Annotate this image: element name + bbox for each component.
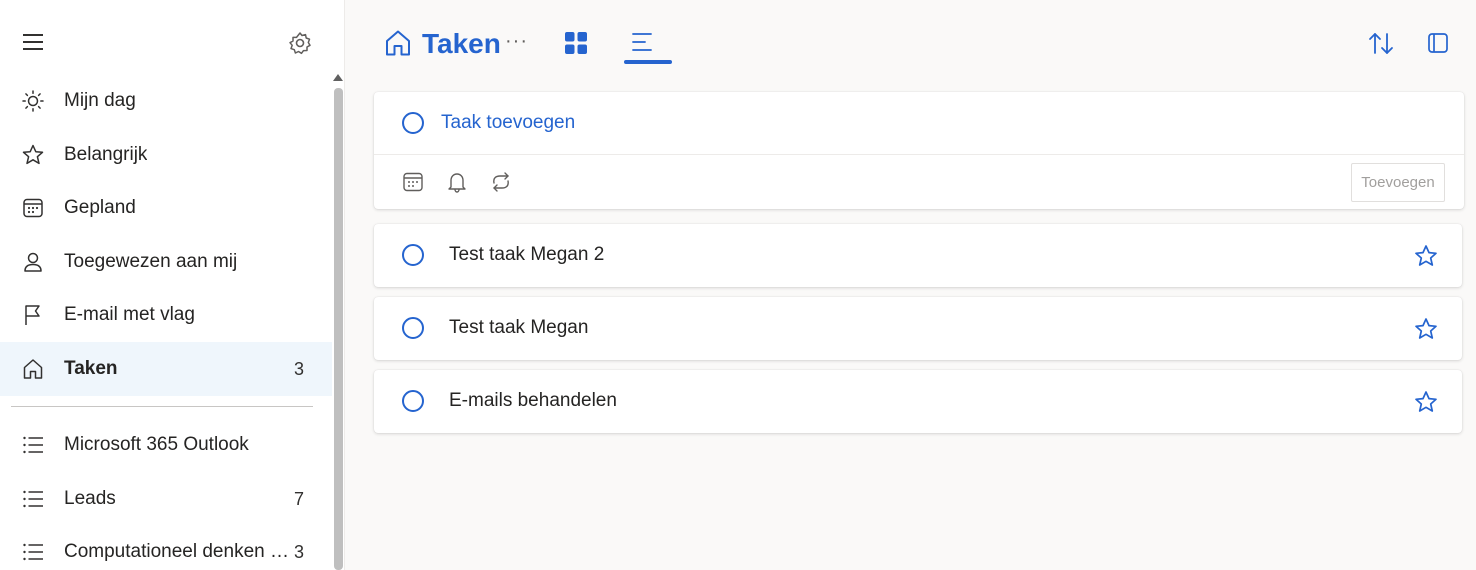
sidebar-list-leads[interactable]: Leads 7 [0, 472, 332, 526]
detail-pane-icon[interactable] [1425, 30, 1451, 56]
list-icon [20, 539, 46, 565]
grid-view-icon[interactable] [563, 30, 589, 56]
repeat-icon[interactable] [489, 170, 513, 194]
add-task-row [374, 92, 1464, 155]
item-count: 7 [293, 488, 304, 509]
task-item[interactable]: Test taak Megan 2 [374, 224, 1462, 287]
sidebar-item-mijn-dag[interactable]: Mijn dag [0, 74, 332, 128]
sidebar-item-label: Microsoft 365 Outlook [64, 434, 249, 455]
home-icon [386, 30, 410, 56]
star-icon[interactable] [1413, 243, 1439, 269]
add-task-card: Toevoegen [374, 92, 1464, 209]
star-icon[interactable] [1413, 389, 1439, 415]
sidebar-item-label: E-mail met vlag [64, 304, 195, 325]
sidebar-item-gepland[interactable]: Gepland [0, 181, 332, 235]
sidebar-item-label: Leads [64, 488, 116, 509]
complete-task-circle[interactable] [402, 390, 424, 412]
sidebar-item-label: Belangrijk [64, 144, 148, 165]
home-icon [20, 356, 46, 382]
active-view-indicator [624, 60, 672, 64]
list-icon [20, 486, 46, 512]
reminder-bell-icon[interactable] [445, 170, 469, 194]
list-icon [20, 432, 46, 458]
calendar-icon [20, 195, 46, 221]
add-task-circle-icon [402, 112, 424, 134]
main-pane: Taken ··· Taak toevoegen Toevoegen Test … [345, 0, 1476, 570]
item-count: 3 [293, 541, 304, 562]
complete-task-circle[interactable] [402, 317, 424, 339]
star-icon[interactable] [1413, 316, 1439, 342]
gear-icon[interactable] [286, 29, 314, 57]
page-title: Taken [422, 28, 501, 59]
sidebar: Mijn dag Belangrijk Gepland Toegewezen a… [0, 0, 345, 570]
sidebar-item-toegewezen[interactable]: Toegewezen aan mij [0, 235, 332, 289]
hamburger-menu-icon[interactable] [20, 30, 46, 54]
list-view-icon[interactable] [624, 28, 672, 64]
task-item[interactable]: Test taak Megan [374, 297, 1462, 360]
more-options-button[interactable]: ··· [505, 30, 528, 53]
scroll-up-arrow-icon[interactable] [333, 74, 343, 81]
complete-task-circle[interactable] [402, 244, 424, 266]
task-item[interactable]: E-mails behandelen [374, 370, 1462, 433]
add-task-input[interactable] [441, 108, 1341, 138]
sidebar-item-label: Taken [64, 358, 118, 379]
task-title: E-mails behandelen [449, 390, 617, 411]
sidebar-scrollbar[interactable] [334, 88, 343, 570]
sidebar-item-taken[interactable]: Taken 3 [0, 342, 332, 396]
sidebar-header [0, 0, 334, 80]
sun-icon [20, 88, 46, 114]
person-icon [20, 249, 46, 275]
sidebar-list-computationeel-denken[interactable]: Computationeel denken in de... 3 [0, 525, 332, 570]
due-date-icon[interactable] [401, 170, 425, 194]
sidebar-item-label: Gepland [64, 197, 136, 218]
sidebar-divider [11, 406, 313, 407]
sidebar-item-label: Toegewezen aan mij [64, 251, 238, 272]
sort-icon[interactable] [1367, 30, 1395, 58]
flag-icon [20, 302, 46, 328]
add-task-button[interactable]: Toevoegen [1351, 163, 1445, 202]
sidebar-item-email-vlag[interactable]: E-mail met vlag [0, 288, 332, 342]
task-title: Test taak Megan [449, 317, 589, 338]
item-count: 3 [293, 358, 304, 379]
star-icon [20, 142, 46, 168]
sidebar-item-label: Mijn dag [64, 90, 136, 111]
sidebar-item-label: Computationeel denken in de... [64, 541, 292, 562]
task-title: Test taak Megan 2 [449, 244, 605, 265]
sidebar-item-belangrijk[interactable]: Belangrijk [0, 128, 332, 182]
sidebar-list-microsoft-365-outlook[interactable]: Microsoft 365 Outlook [0, 418, 332, 472]
